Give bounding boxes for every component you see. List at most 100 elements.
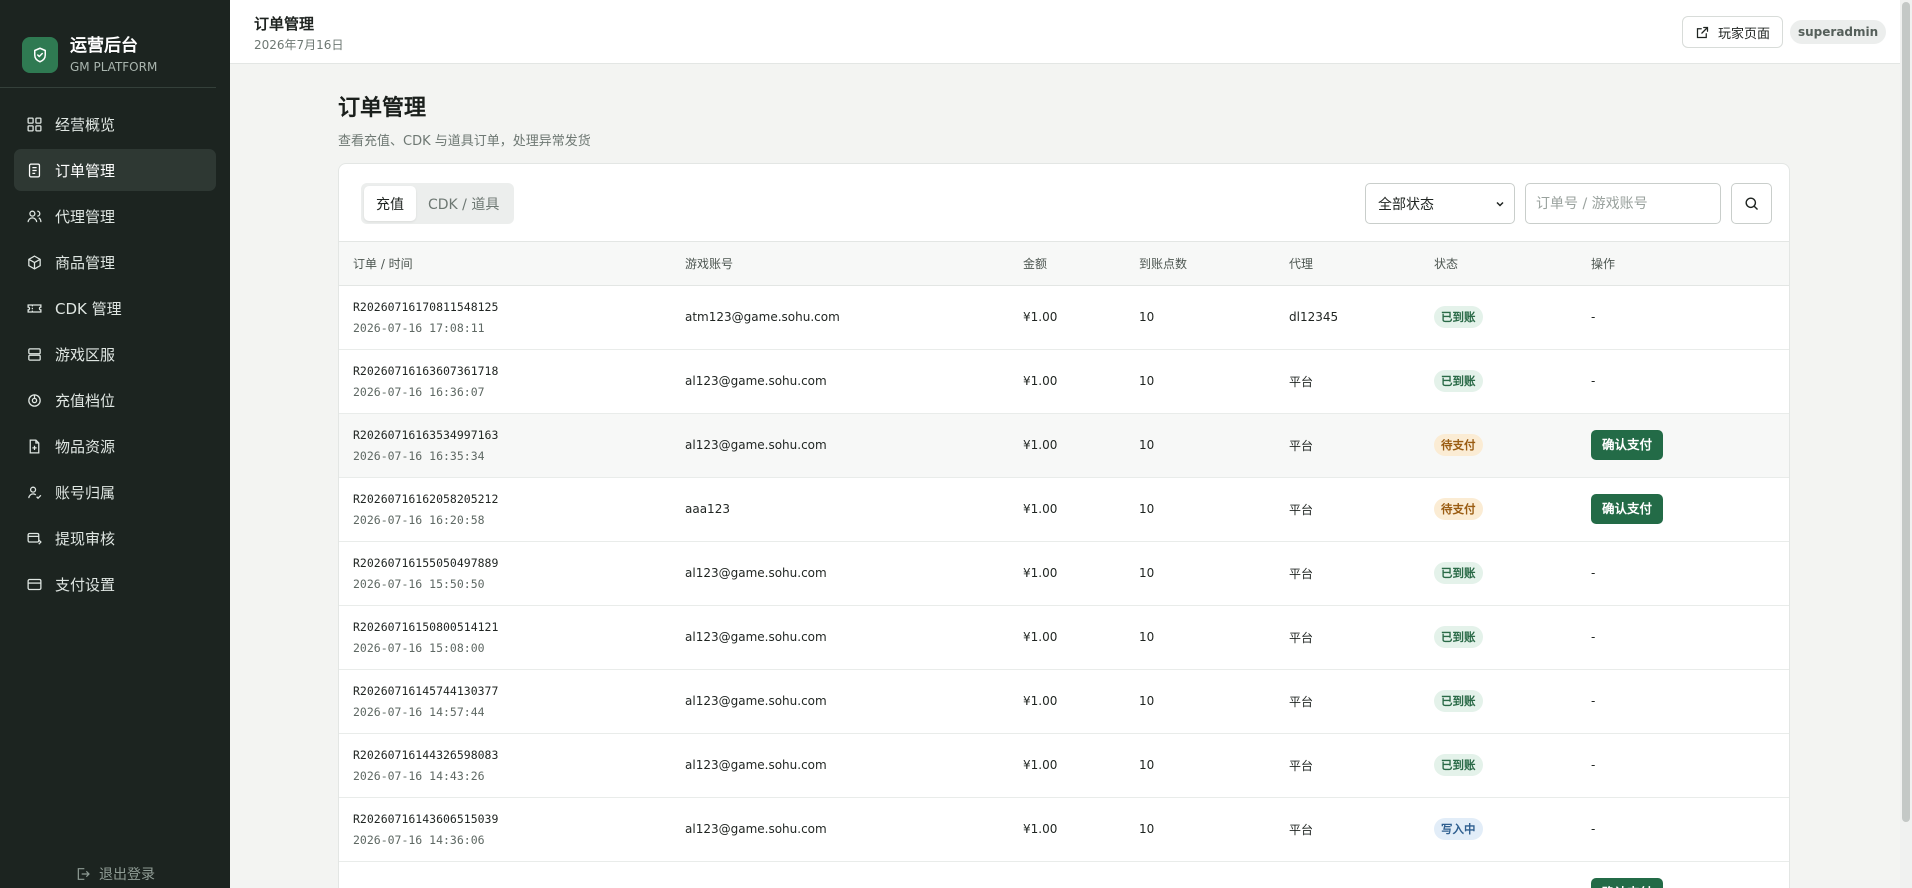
sidebar-item-label: 代理管理 (55, 207, 116, 226)
sidebar-item-withdraw[interactable]: 提现审核 (14, 517, 216, 559)
table-row: R20260716163534997163 2026-07-16 16:35:3… (339, 413, 1789, 478)
order-cell: R20260716163534997163 2026-07-16 16:35:3… (339, 413, 685, 478)
order-id: R20260716145744130377 (353, 683, 499, 698)
sidebar-item-cdk[interactable]: CDK 管理 (14, 287, 216, 329)
order-amount: ¥1.00 (1023, 285, 1139, 350)
logout-icon (77, 868, 90, 880)
action-placeholder: - (1591, 566, 1596, 580)
status-cell: 待支付 (1434, 413, 1591, 478)
order-amount: ¥1.00 (1023, 733, 1139, 798)
sidebar-item-payment[interactable]: 支付设置 (14, 563, 216, 605)
order-id: R20260716170811548125 (353, 299, 499, 314)
action-cell: 确认支付 (1591, 861, 1789, 888)
order-cell: R20260716155050497889 2026-07-16 15:50:5… (339, 541, 685, 606)
order-agent: 平台 (1289, 413, 1434, 478)
sidebar-item-label: CDK 管理 (55, 299, 122, 318)
order-time: 2026-07-16 16:20:58 (353, 512, 485, 527)
game-account: al123@game.sohu.com (685, 733, 1023, 798)
sidebar-item-tiers[interactable]: 充值档位 (14, 379, 216, 421)
user-badge[interactable]: superadmin (1790, 20, 1887, 44)
order-points: 10 (1139, 797, 1289, 862)
game-account: al123@game.sohu.com (685, 413, 1023, 478)
order-id: R20260716163607361718 (353, 363, 499, 378)
orders-table: 订单 / 时间 游戏账号 金额 到账点数 代理 状态 操作 R202607161… (339, 242, 1789, 888)
status-cell: 已到账 (1434, 349, 1591, 414)
action-placeholder: - (1591, 822, 1596, 836)
order-amount (1023, 861, 1139, 888)
sidebar-item-servers[interactable]: 游戏区服 (14, 333, 216, 375)
brand: 运营后台 GM PLATFORM (0, 0, 216, 88)
column-header: 订单 / 时间 (339, 242, 685, 286)
order-amount: ¥1.00 (1023, 605, 1139, 670)
order-agent: 平台 (1289, 733, 1434, 798)
status-badge: 已到账 (1434, 754, 1483, 776)
status-cell: 已到账 (1434, 541, 1591, 606)
scroll-thumb[interactable] (1902, 2, 1910, 822)
game-account: aaa123 (685, 477, 1023, 542)
action-cell: - (1591, 669, 1789, 734)
brand-title: 运营后台 (70, 35, 138, 56)
table-row: R20260716150800514121 2026-07-16 15:08:0… (339, 605, 1789, 670)
order-agent: 平台 (1289, 605, 1434, 670)
tab-recharge[interactable]: 充值 (364, 186, 416, 221)
order-agent: 平台 (1289, 797, 1434, 862)
sidebar-item-accounts[interactable]: 账号归属 (14, 471, 216, 513)
table-row: R20260716143606515039 2026-07-16 14:36:0… (339, 797, 1789, 862)
confirm-payment-button[interactable]: 确认支付 (1591, 494, 1664, 524)
action-placeholder: - (1591, 310, 1596, 324)
search-input[interactable] (1525, 183, 1721, 224)
order-points: 10 (1139, 477, 1289, 542)
sidebar-item-label: 物品资源 (55, 437, 116, 456)
header-title: 订单管理 (254, 15, 315, 33)
table-row: R20260716163607361718 2026-07-16 16:36:0… (339, 349, 1789, 414)
order-agent (1289, 861, 1434, 888)
action-cell: - (1591, 605, 1789, 670)
order-agent: 平台 (1289, 541, 1434, 606)
game-account: al123@game.sohu.com (685, 605, 1023, 670)
status-cell: 已到账 (1434, 669, 1591, 734)
order-time: 2026-07-16 14:57:44 (353, 704, 485, 719)
order-id: R20260716162058205212 (353, 491, 499, 506)
tab-cdk-items[interactable]: CDK / 道具 (416, 186, 511, 221)
action-placeholder: - (1591, 630, 1596, 644)
action-cell: - (1591, 285, 1789, 350)
order-amount: ¥1.00 (1023, 797, 1139, 862)
logout-button[interactable]: 退出登录 (0, 864, 230, 884)
column-header: 操作 (1591, 242, 1789, 286)
status-cell: 写入中 (1434, 797, 1591, 862)
page-description: 查看充值、CDK 与道具订单，处理异常发货 (338, 134, 591, 149)
status-select[interactable]: 全部状态 (1365, 183, 1515, 224)
page-scrollbar[interactable] (1900, 0, 1912, 888)
action-cell: 确认支付 (1591, 477, 1789, 542)
sidebar-item-label: 账号归属 (55, 483, 116, 502)
column-header: 代理 (1289, 242, 1434, 286)
confirm-payment-button[interactable]: 确认支付 (1591, 878, 1664, 888)
page-header: 订单管理 查看充值、CDK 与道具订单，处理异常发货 (338, 90, 591, 149)
sidebar-item-label: 订单管理 (55, 161, 116, 180)
order-points: 10 (1139, 733, 1289, 798)
sidebar-item-products[interactable]: 商品管理 (14, 241, 216, 283)
search-button[interactable] (1731, 183, 1772, 224)
sidebar-item-items[interactable]: 物品资源 (14, 425, 216, 467)
sidebar-item-overview[interactable]: 经营概览 (14, 103, 216, 145)
order-agent: 平台 (1289, 477, 1434, 542)
sidebar-item-orders[interactable]: 订单管理 (14, 149, 216, 191)
sidebar-item-label: 经营概览 (55, 115, 116, 134)
sidebar: 运营后台 GM PLATFORM 经营概览 订单管理 代理管理 商品管理 CDK… (0, 0, 230, 888)
order-time: 2026-07-16 15:08:00 (353, 640, 485, 655)
confirm-payment-button[interactable]: 确认支付 (1591, 430, 1664, 460)
order-agent: 平台 (1289, 349, 1434, 414)
player-page-button[interactable]: 玩家页面 (1682, 16, 1784, 48)
order-agent: 平台 (1289, 669, 1434, 734)
action-cell: - (1591, 349, 1789, 414)
order-id: R20260716155050497889 (353, 555, 499, 570)
order-agent: dl12345 (1289, 285, 1434, 350)
sidebar-item-agents[interactable]: 代理管理 (14, 195, 216, 237)
order-cell: R20260716162058205212 2026-07-16 16:20:5… (339, 477, 685, 542)
table-row: R20260716155050497889 2026-07-16 15:50:5… (339, 541, 1789, 606)
order-cell: R20260716150800514121 2026-07-16 15:08:0… (339, 605, 685, 670)
order-points: 10 (1139, 349, 1289, 414)
table-row: R20260716145744130377 2026-07-16 14:57:4… (339, 669, 1789, 734)
chevron-down-icon (1496, 201, 1504, 207)
status-badge: 已到账 (1434, 562, 1483, 584)
